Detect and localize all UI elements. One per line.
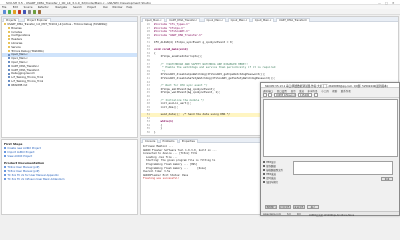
tab-console[interactable]: Problems bbox=[159, 138, 178, 143]
minimize-button[interactable]: — bbox=[378, 1, 381, 5]
line-text: } bbox=[154, 130, 156, 134]
open-port-button[interactable] bbox=[263, 93, 267, 97]
run-icon[interactable] bbox=[23, 10, 27, 14]
status-item: COM3已关闭 115200bps,8,1,None,None bbox=[309, 213, 355, 217]
tab-console[interactable]: Console bbox=[142, 138, 159, 143]
tree-item-label: Cpu2_Main.c bbox=[11, 61, 28, 64]
debug-icon[interactable] bbox=[18, 10, 22, 14]
stop-button[interactable]: 停止 bbox=[307, 205, 319, 209]
first-steps-heading: First Steps bbox=[4, 142, 23, 146]
status-item: www.daxia.com bbox=[263, 212, 282, 216]
main-toolbar bbox=[0, 9, 400, 15]
tree-item-label: Cpu1_Main.c bbox=[11, 57, 28, 61]
line-text: IfxCpu_waitEvent(&g_cpuSyncEvent, 1); bbox=[154, 90, 221, 95]
project-explorer: Projects Project Explorer USART_DMA_Tran… bbox=[1, 16, 138, 138]
open-file-button[interactable]: 打开文件 bbox=[279, 205, 291, 209]
refresh-button[interactable] bbox=[268, 93, 272, 97]
save-icon[interactable] bbox=[8, 10, 12, 14]
step-link[interactable]: Import AURIX Project bbox=[4, 151, 35, 154]
step-link[interactable]: Create new AURIX Project bbox=[4, 147, 41, 150]
terminal-option[interactable]: 加回车换行 bbox=[263, 181, 278, 185]
clear-window-button[interactable]: 清除窗口 bbox=[265, 205, 277, 209]
terminal-option-label: 接收数据到文件 bbox=[266, 169, 283, 173]
baud-select[interactable]: 115200 bbox=[298, 93, 312, 97]
new-icon[interactable] bbox=[3, 10, 7, 14]
tab-editor-file[interactable]: Cpu0_Main.c bbox=[251, 17, 275, 22]
forward-icon[interactable] bbox=[38, 10, 42, 14]
tab-editor-file[interactable]: Cpu1_Main.c bbox=[203, 17, 226, 22]
project-tabstrip: Projects Project Explorer bbox=[2, 17, 137, 22]
status-item: S:0 bbox=[287, 212, 291, 216]
line-text: #include "UART_DMA_Transfer.h" bbox=[154, 32, 203, 37]
tree-item-label: Libraries bbox=[11, 42, 23, 45]
product-doc-heading: Product Documentation bbox=[4, 161, 45, 165]
terminal-controls: HEX显示 保存数据 接收数据到文件 HEX发送 定时发送 加回车换行 清除窗口 打开文件… bbox=[263, 159, 398, 215]
terminal-option-label: HEX发送 bbox=[266, 173, 276, 177]
tab-editor-file[interactable]: Cpu0_Main.c bbox=[142, 17, 165, 22]
tree-item-label: Cpu0_Main.c bbox=[11, 53, 28, 57]
tree-item-label: Lcf_Tasking_Tricore_Tc.lsl bbox=[11, 76, 44, 80]
tab-project-explorer[interactable]: Project Explorer bbox=[24, 17, 51, 22]
terminal-statusbar: www.daxia.com S:0 R:0 COM3已关闭 115200bps,8,1… bbox=[261, 211, 399, 217]
console-panel: Console Problems Properties Infineon Memto… bbox=[140, 137, 270, 215]
search-icon[interactable] bbox=[28, 10, 32, 14]
tree-item-label: Debugging.launch bbox=[11, 72, 35, 76]
port-select[interactable]: COM3 Infineon DAS bbox=[274, 93, 296, 97]
settings-button[interactable] bbox=[314, 93, 318, 97]
doc-link[interactable]: TC3xx User Manual (pdf) bbox=[4, 170, 39, 173]
close-button[interactable]: ✕ bbox=[392, 1, 395, 5]
doc-link[interactable]: TC2xx User Manual (pdf) bbox=[4, 166, 39, 169]
status-item: R:0 bbox=[297, 212, 301, 216]
step-link[interactable]: View AURIX Project bbox=[4, 155, 32, 158]
terminal-option-label: 加回车换行 bbox=[266, 181, 279, 185]
tree-item-label: Configurations bbox=[11, 34, 31, 38]
tree-item-label: Headers bbox=[11, 38, 22, 42]
tree-item-label: README.md bbox=[11, 83, 28, 87]
serial-terminal-window: SSCOM V5.13.1 串口/网络数据调试器,作者:大虾丁丁,2618058… bbox=[260, 82, 400, 217]
tree-item-label: UART_DMA_Transfer.c bbox=[11, 64, 40, 68]
receive-area[interactable] bbox=[263, 99, 398, 157]
maximize-button[interactable]: □ bbox=[385, 1, 388, 5]
line-text: IfxCpu_enableInterrupts(); bbox=[154, 54, 203, 59]
line-number: 56 bbox=[146, 130, 150, 134]
line-text: IFX_ALIGN(4) IfxCpu_syncEvent g_cpuSyncE… bbox=[154, 40, 234, 44]
terminal-option-label: HEX显示 bbox=[266, 161, 276, 165]
tab-editor-file[interactable]: Cpu2_Main.c bbox=[227, 17, 251, 22]
tree-item-label: Binaries bbox=[11, 26, 22, 30]
console-tabstrip: Console Problems Properties bbox=[141, 138, 269, 143]
console-line: Flashing was successful! bbox=[143, 177, 180, 181]
tree-item-label: Lcf_Tasking_Tricore_Tc.lsl bbox=[11, 80, 44, 83]
tree-item-label: USART_DMA_Transfer_1.0_MCT_TC1D4_LK [Act… bbox=[7, 23, 108, 26]
terminal-option-label: 定时发送 bbox=[266, 177, 276, 181]
tab-console[interactable]: Properties bbox=[178, 138, 198, 143]
tree-item[interactable]: README.md bbox=[2, 84, 137, 88]
terminal-option-label: 保存数据 bbox=[266, 165, 276, 169]
tab-editor-file[interactable]: UART_DMA_Transfer.h bbox=[275, 17, 311, 22]
line-text: IfxScuWdt_disableSafetyWatchdog(IfxScuWd… bbox=[154, 76, 276, 80]
send-button[interactable]: 发送 bbox=[381, 177, 393, 181]
tree-item-label: Service bbox=[11, 45, 21, 49]
line-text: void core0_main(void) bbox=[154, 47, 188, 52]
send-input[interactable] bbox=[293, 161, 393, 175]
terminal-toolbar: COM3 Infineon DAS 115200 bbox=[261, 92, 399, 98]
doc-link[interactable]: TC 3xx TC 2x Infineon User Bank Addendum bbox=[4, 178, 65, 181]
line-text: * Enable the watchdogs and service them … bbox=[154, 65, 276, 70]
tab-projects[interactable]: Projects bbox=[3, 17, 20, 22]
back-icon[interactable] bbox=[33, 10, 37, 14]
line-text: send_data(); /* Send the data using DMA … bbox=[154, 112, 231, 116]
doc-link[interactable]: TC 3xx TC 2x for User Manual Appendix bbox=[4, 174, 59, 177]
send-file-button[interactable]: 发送文件 bbox=[293, 205, 305, 209]
build-icon[interactable] bbox=[13, 10, 17, 14]
tab-editor-file[interactable]: UART_DMA_Transfer.c bbox=[166, 17, 201, 22]
line-text: init_dma(); bbox=[154, 104, 179, 109]
info-panel: First Steps Create new AURIX Project Imp… bbox=[1, 139, 138, 215]
